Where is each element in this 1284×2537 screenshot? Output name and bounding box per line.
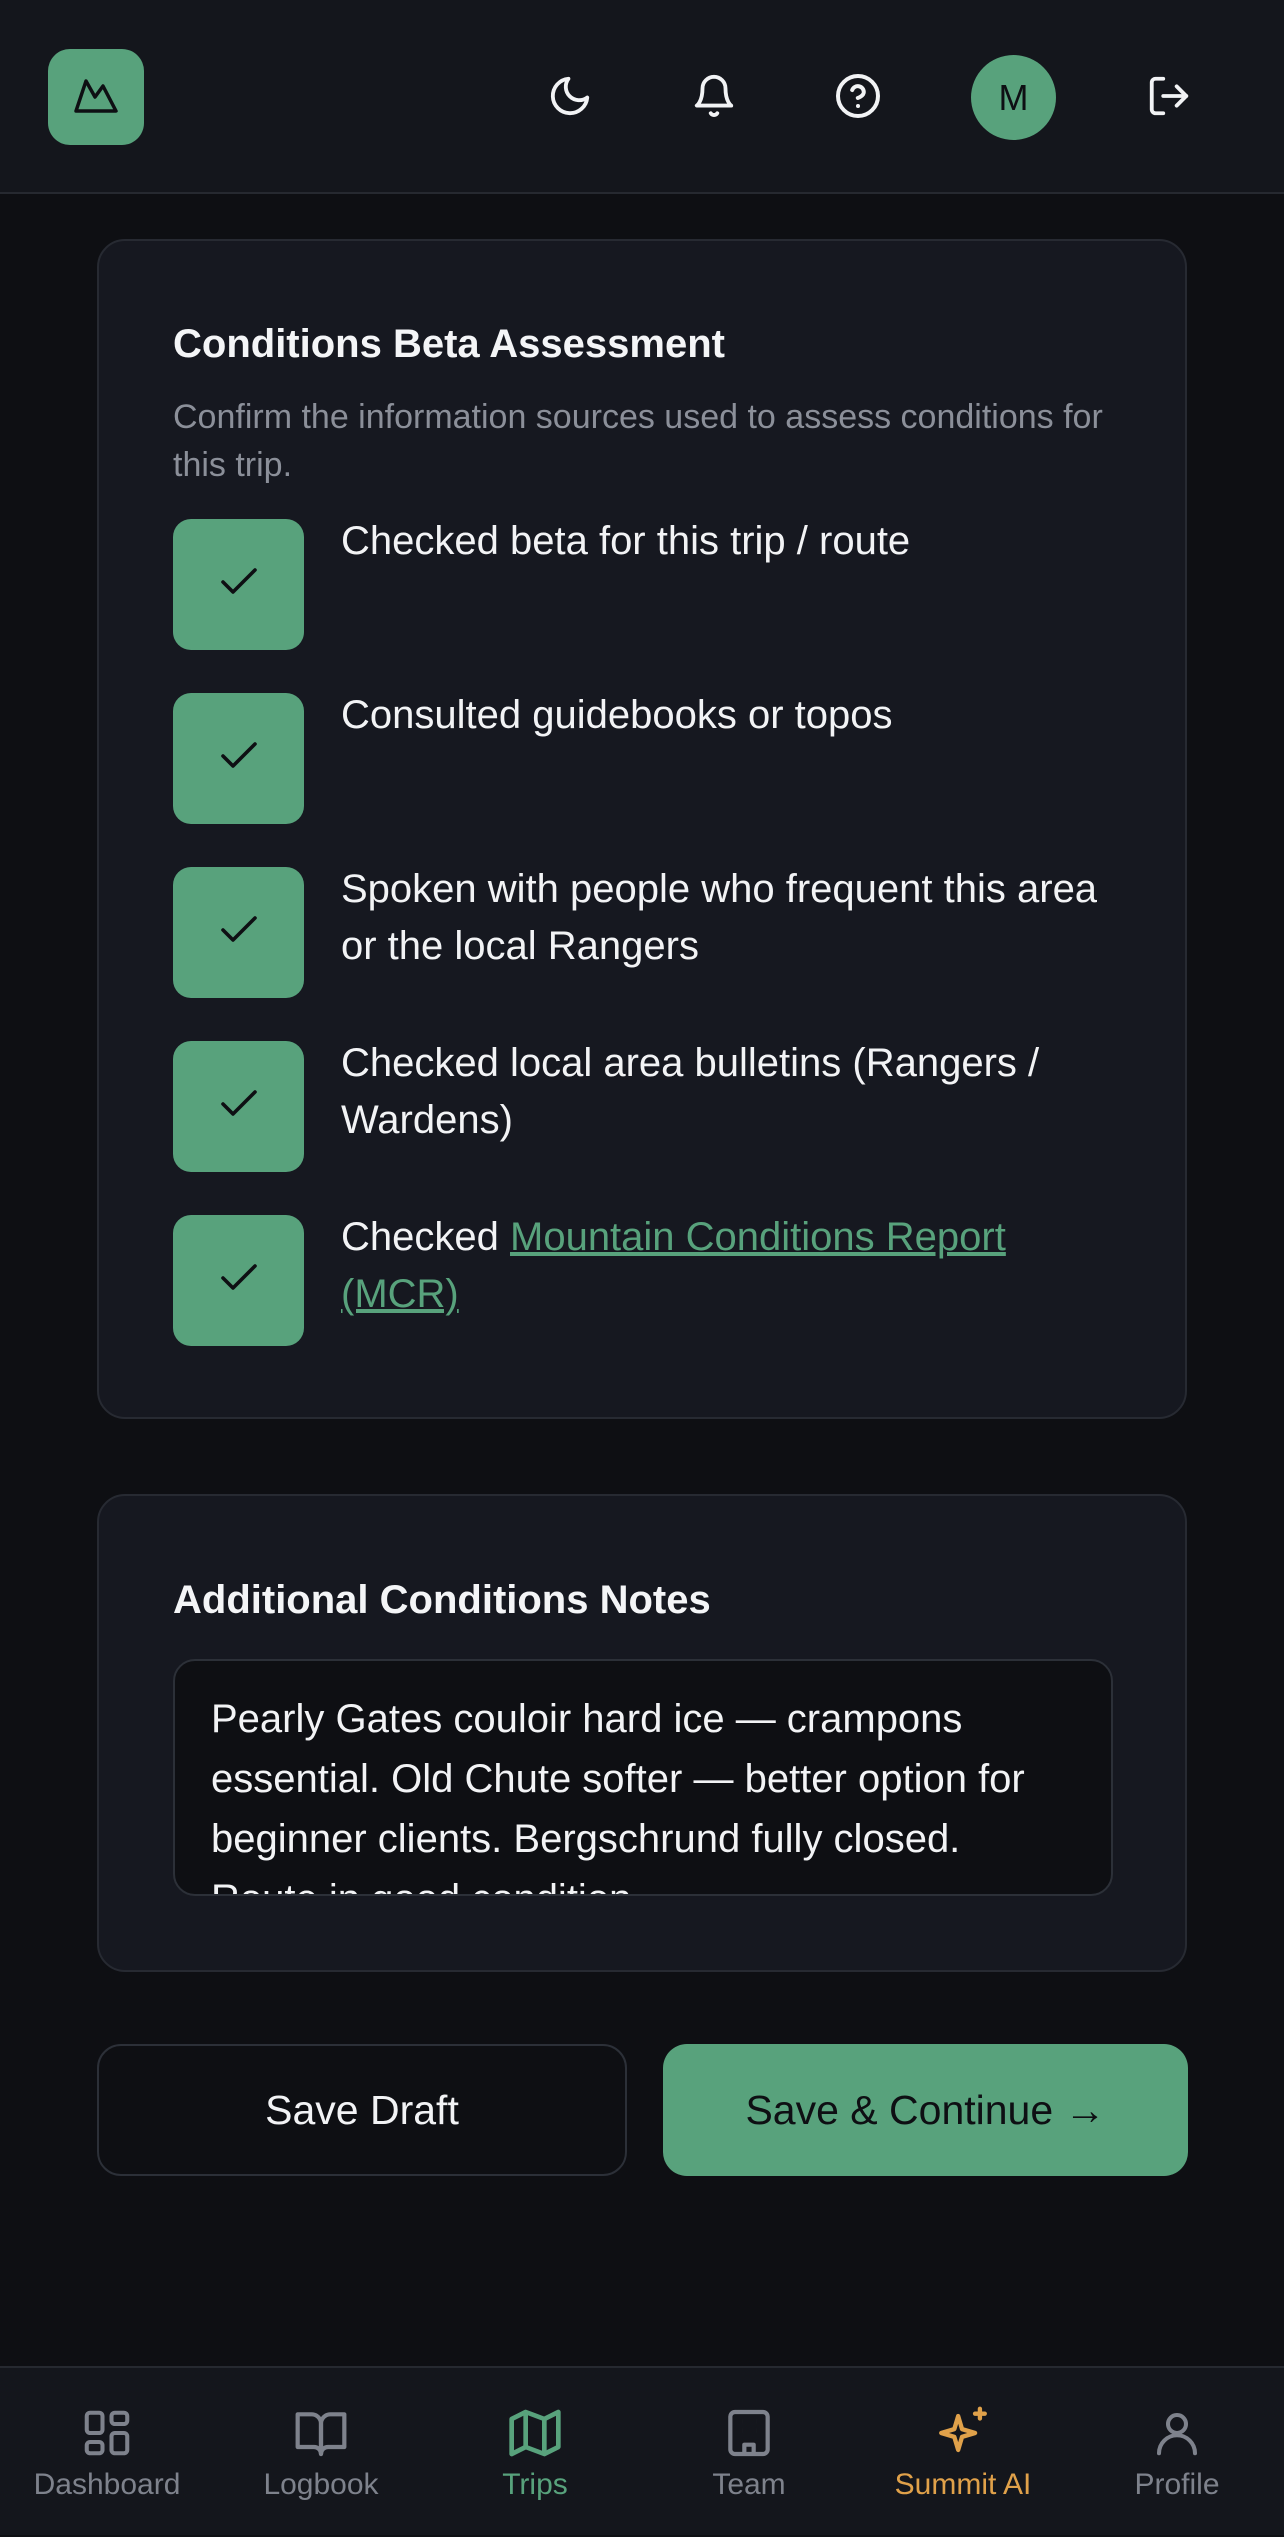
nav-item-logbook[interactable]: Logbook xyxy=(214,2368,428,2537)
nav-item-trips[interactable]: Trips xyxy=(428,2368,642,2537)
bell-icon xyxy=(691,73,737,124)
nav-label: Team xyxy=(712,2468,786,2501)
avatar[interactable]: M xyxy=(971,55,1056,140)
checkbox[interactable] xyxy=(173,867,304,998)
checklist-label: Checked beta for this trip / route xyxy=(341,519,911,563)
nav-label: Trips xyxy=(502,2468,568,2501)
save-continue-button[interactable]: Save & Continue → xyxy=(663,2044,1188,2176)
help-button[interactable] xyxy=(820,60,896,136)
checkbox[interactable] xyxy=(173,519,304,650)
checklist-label: Checked Mountain Conditions Report (MCR) xyxy=(341,1209,1121,1323)
checklist-label: Consulted guidebooks or topos xyxy=(341,693,893,737)
user-icon xyxy=(1150,2404,1204,2462)
checklist-label-prefix: Checked xyxy=(341,1215,499,1259)
check-icon xyxy=(220,1263,258,1298)
moon-icon xyxy=(547,73,593,124)
checkbox[interactable] xyxy=(173,1041,304,1172)
mountain-icon xyxy=(73,75,119,120)
check-icon xyxy=(220,915,258,950)
nav-label: Dashboard xyxy=(33,2468,181,2501)
checklist-label: Spoken with people who frequent this are… xyxy=(341,867,1098,968)
card-title: Additional Conditions Notes xyxy=(173,1578,711,1622)
map-icon xyxy=(507,2404,563,2462)
nav-label: Logbook xyxy=(263,2468,379,2501)
nav-label: Summit AI xyxy=(894,2468,1032,2501)
logout-icon xyxy=(1146,73,1192,124)
help-icon xyxy=(834,72,882,125)
checklist-label: Checked local area bulletins (Rangers / … xyxy=(341,1041,1040,1142)
sparkles-icon xyxy=(934,2404,992,2462)
nav-item-summit-ai[interactable]: Summit AI xyxy=(856,2368,1070,2537)
nav-item-team[interactable]: Team xyxy=(642,2368,856,2537)
notes-textarea[interactable]: Pearly Gates couloir hard ice — crampons… xyxy=(173,1659,1113,1896)
nav-label: Profile xyxy=(1134,2468,1220,2501)
conditions-notes-card: Additional Conditions Notes Pearly Gates… xyxy=(97,1494,1187,1972)
check-icon xyxy=(220,1089,258,1124)
nav-item-profile[interactable]: Profile xyxy=(1070,2368,1284,2537)
bottom-nav: Dashboard Logbook Trips Team Summit AI P… xyxy=(0,2366,1284,2535)
grid-icon xyxy=(80,2404,134,2462)
theme-toggle-button[interactable] xyxy=(532,60,608,136)
notifications-button[interactable] xyxy=(676,60,752,136)
check-icon xyxy=(220,567,258,602)
building-icon xyxy=(721,2404,777,2462)
card-title: Conditions Beta Assessment xyxy=(173,322,725,366)
save-draft-button[interactable]: Save Draft xyxy=(97,2044,627,2176)
top-bar: M xyxy=(0,0,1284,194)
nav-item-dashboard[interactable]: Dashboard xyxy=(0,2368,214,2537)
checkbox[interactable] xyxy=(173,1215,304,1346)
book-icon xyxy=(293,2404,349,2462)
app-logo[interactable] xyxy=(48,49,144,145)
check-icon xyxy=(220,741,258,776)
conditions-beta-card: Conditions Beta Assessment Confirm the i… xyxy=(97,239,1187,1419)
checkbox[interactable] xyxy=(173,693,304,824)
logout-button[interactable] xyxy=(1131,60,1207,136)
avatar-initial: M xyxy=(998,76,1029,118)
card-subtitle: Confirm the information sources used to … xyxy=(173,398,1103,484)
